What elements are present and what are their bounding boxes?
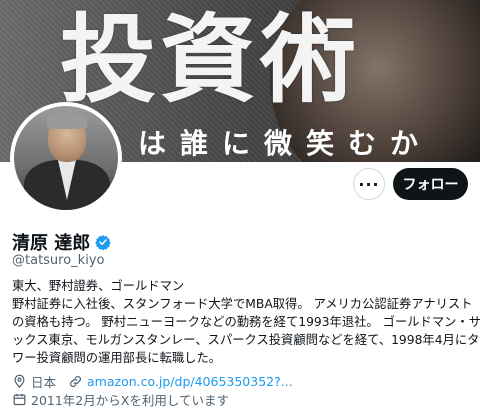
avatar-photo [14, 106, 118, 210]
avatar-hair [47, 113, 87, 129]
website-link[interactable]: amazon.co.jp/dp/4065350352?... [87, 374, 293, 389]
location-text: 日本 [31, 375, 57, 390]
profile-bio: 東大、野村證券、ゴールドマン 野村証券に入社後、スタンフォード大学でMBA取得。… [12, 277, 480, 367]
avatar[interactable] [10, 102, 122, 214]
bio-line: ワー投資顧問の運用部長に転職した。 [12, 351, 222, 365]
website[interactable]: amazon.co.jp/dp/4065350352?... [68, 374, 293, 389]
verified-badge-icon[interactable] [95, 234, 112, 250]
location: 日本 [12, 372, 56, 391]
banner-subtitle: は誰に微笑むか [138, 127, 433, 160]
calendar-icon [13, 393, 26, 406]
more-options-button[interactable]: ··· [353, 168, 385, 200]
joined-text: 2011年2月からXを利用しています [31, 393, 229, 408]
profile-name: 清原 達郎 [12, 233, 91, 254]
bio-line: 東大、野村證券、ゴールドマン [12, 279, 185, 293]
bio-line: ックス東京、モルガンスタンレー、スパークス投資顧問などを経て、1998年4月にタ [12, 333, 480, 347]
bio-line: 野村証券に入社後、スタンフォード大学でMBA取得。 アメリカ公認証券アナリスト [12, 297, 473, 311]
location-pin-icon [14, 374, 25, 389]
link-icon [70, 376, 81, 387]
follow-button[interactable]: フォロー [393, 168, 468, 200]
bio-line: の資格も持つ。 野村ニューヨークなどの勤務を経て1993年退社。 ゴールドマン・… [12, 315, 480, 329]
banner-title: 投資術 [60, 3, 360, 116]
joined-date: 2011年2月からXを利用しています [12, 390, 229, 409]
profile-meta: 日本 amazon.co.jp/dp/4065350352?... [12, 372, 305, 391]
profile-name-row: 清原 達郎 [12, 229, 112, 255]
profile-handle: @tatsuro_kiyo [12, 253, 105, 268]
